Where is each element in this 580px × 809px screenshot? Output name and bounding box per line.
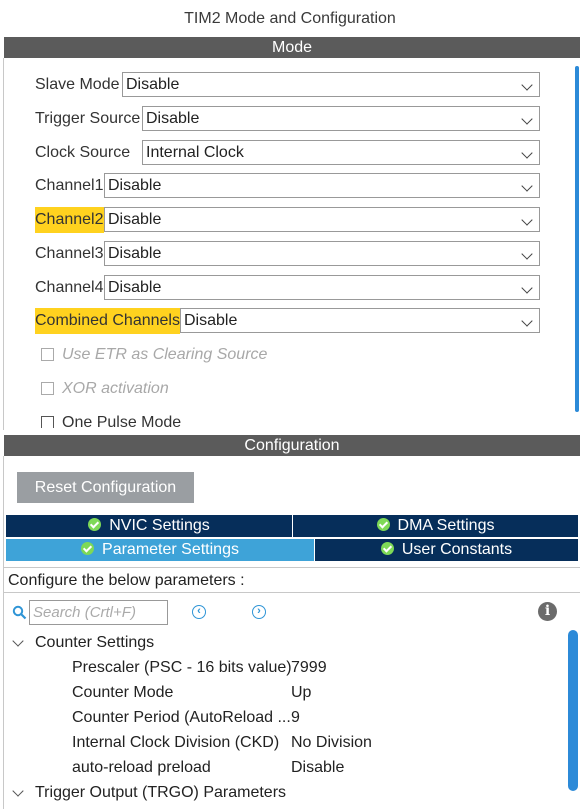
trigger-source-label: Trigger Source	[35, 110, 141, 127]
mode-clip: One Pulse Mode	[0, 408, 574, 428]
counter-mode-value[interactable]: Up	[291, 684, 311, 702]
chevron-down-icon	[521, 113, 533, 125]
clock-source-select[interactable]: Internal Clock	[142, 140, 540, 165]
use-etr-label: Use ETR as Clearing Source	[62, 346, 268, 363]
xor-activation-label: XOR activation	[62, 380, 169, 397]
channel3-select[interactable]: Disable	[104, 241, 540, 266]
mode-header: Mode	[4, 37, 580, 58]
channel4-value: Disable	[108, 279, 162, 296]
previous-icon[interactable]: ‹	[192, 605, 206, 619]
auto-reload-preload-value[interactable]: Disable	[291, 759, 344, 777]
trgo-parameters-group[interactable]: Trigger Output (TRGO) Parameters	[35, 784, 286, 802]
info-icon[interactable]: i	[538, 602, 557, 621]
tab-parameter-settings[interactable]: Parameter Settings	[6, 539, 314, 561]
channel2-value: Disable	[108, 211, 162, 228]
clock-source-value: Internal Clock	[146, 144, 244, 161]
chevron-down-icon	[521, 147, 533, 159]
chevron-down-icon	[521, 214, 533, 226]
tab-user-constants[interactable]: User Constants	[315, 539, 578, 561]
mode-panel-border	[3, 58, 4, 430]
slave-mode-select[interactable]: Disable	[122, 72, 540, 97]
one-pulse-mode-checkbox[interactable]	[41, 416, 54, 428]
chevron-down-icon	[521, 180, 533, 192]
channel1-select[interactable]: Disable	[104, 173, 540, 198]
window-title: TIM2 Mode and Configuration	[0, 0, 580, 36]
channel2-select[interactable]: Disable	[104, 207, 540, 232]
channel4-label: Channel4	[35, 279, 104, 296]
trigger-source-value: Disable	[146, 110, 200, 127]
mode-scrollbar[interactable]	[575, 66, 579, 412]
counter-mode-name: Counter Mode	[72, 684, 174, 701]
configuration-header: Configuration	[4, 435, 580, 456]
channel1-value: Disable	[108, 177, 162, 194]
tab-nvic-settings[interactable]: NVIC Settings	[6, 515, 292, 537]
tab-dma-settings[interactable]: DMA Settings	[293, 515, 578, 537]
trigger-source-select[interactable]: Disable	[142, 106, 540, 131]
channel3-label: Channel3	[35, 245, 104, 262]
combined-channels-label: Combined Channels	[35, 308, 180, 334]
chevron-down-icon	[521, 79, 533, 91]
tab-dma-label: DMA Settings	[397, 517, 495, 534]
use-etr-checkbox[interactable]	[41, 348, 54, 361]
chevron-down-icon	[521, 282, 533, 294]
chevron-down-icon	[521, 315, 533, 327]
xor-activation-checkbox[interactable]	[41, 382, 54, 395]
auto-reload-preload-name: auto-reload preload	[72, 759, 211, 776]
channel1-label: Channel1	[35, 177, 104, 194]
slave-mode-label: Slave Mode	[35, 76, 120, 93]
clock-division-name: Internal Clock Division (CKD)	[72, 734, 280, 751]
counter-period-value[interactable]: 9	[291, 709, 300, 727]
tab-user-constants-label: User Constants	[401, 541, 513, 558]
tab-nvic-label: NVIC Settings	[109, 517, 210, 534]
check-circle-icon	[81, 542, 95, 555]
search-icon	[12, 605, 27, 620]
chevron-down-icon[interactable]	[12, 785, 24, 797]
tab-parameter-label: Parameter Settings	[102, 541, 239, 558]
one-pulse-mode-label: One Pulse Mode	[62, 414, 182, 428]
reset-configuration-button[interactable]: Reset Configuration	[17, 472, 194, 503]
config-panel-border	[3, 456, 4, 809]
combined-channels-value: Disable	[184, 312, 238, 329]
counter-settings-group[interactable]: Counter Settings	[35, 634, 154, 652]
slave-mode-value: Disable	[126, 76, 180, 93]
instruction-text: Configure the below parameters :	[8, 572, 245, 589]
chevron-down-icon	[521, 248, 533, 260]
check-circle-icon	[88, 518, 102, 531]
prescaler-value[interactable]: 7999	[291, 659, 327, 677]
check-circle-icon	[376, 518, 390, 531]
combined-channels-select[interactable]: Disable	[180, 308, 540, 333]
clock-source-label: Clock Source	[35, 144, 131, 161]
search-input[interactable]: Search (Crtl+F)	[29, 600, 168, 625]
divider	[4, 592, 580, 593]
counter-period-name: Counter Period (AutoReload ...	[72, 709, 291, 726]
parameters-scrollbar[interactable]	[568, 630, 578, 791]
channel4-select[interactable]: Disable	[104, 275, 540, 300]
channel3-value: Disable	[108, 245, 162, 262]
check-circle-icon	[380, 542, 394, 555]
channel2-label: Channel2	[35, 207, 104, 233]
next-icon[interactable]: ›	[252, 605, 266, 619]
clock-division-value[interactable]: No Division	[291, 734, 372, 752]
chevron-down-icon[interactable]	[12, 635, 24, 647]
divider	[4, 567, 580, 568]
prescaler-name: Prescaler (PSC - 16 bits value)	[72, 659, 292, 676]
